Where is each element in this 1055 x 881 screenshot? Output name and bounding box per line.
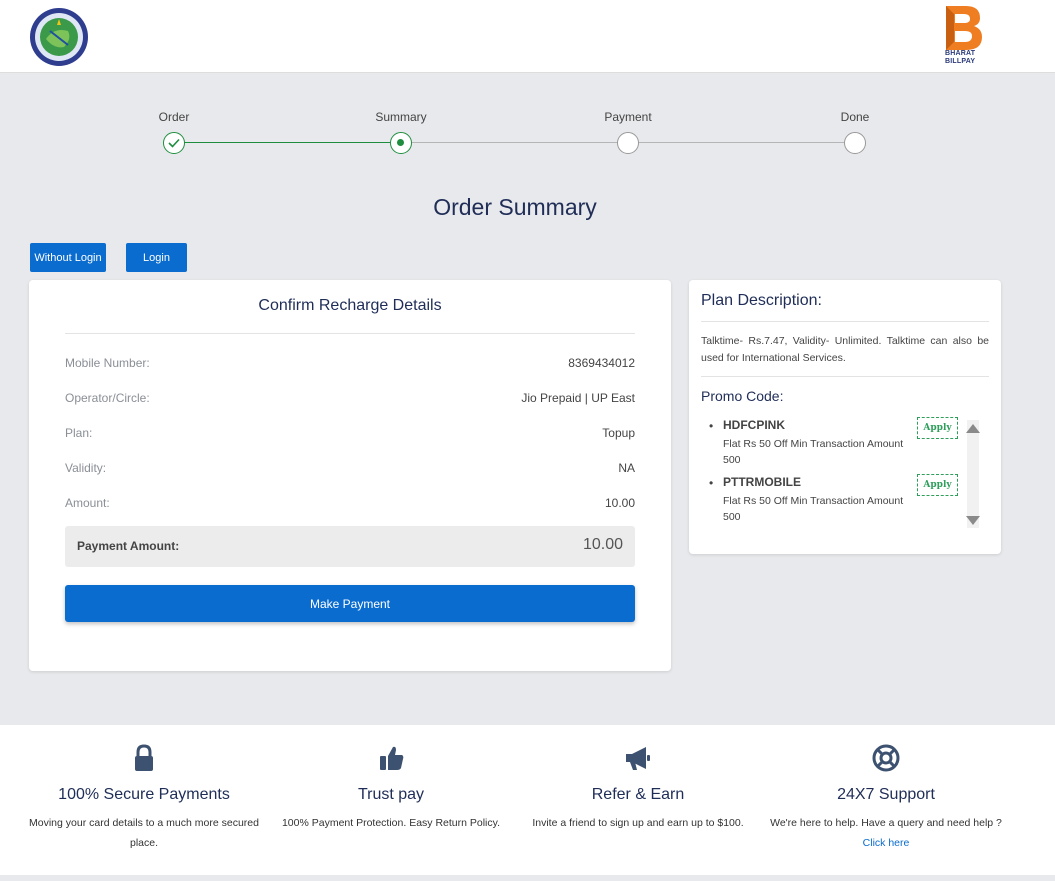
- apply-promo-button[interactable]: Apply: [917, 417, 958, 439]
- scroll-down-arrow-icon[interactable]: [966, 516, 980, 525]
- divider: [701, 321, 989, 322]
- feature-desc: Moving your card details to a much more …: [29, 817, 259, 849]
- payment-amount-label: Payment Amount:: [77, 539, 180, 553]
- scroll-up-arrow-icon[interactable]: [966, 424, 980, 433]
- step-active-circle: [390, 132, 412, 154]
- detail-value: 10.00: [604, 496, 635, 510]
- promo-code: HDFCPINK: [723, 418, 785, 432]
- detail-label: Plan:: [65, 426, 93, 440]
- payment-amount-box: Payment Amount: 10.00: [65, 526, 635, 567]
- plan-description-text: Talktime- Rs.7.47, Validity- Unlimited. …: [701, 335, 989, 364]
- detail-label: Mobile Number:: [65, 356, 150, 370]
- promo-scrollbar[interactable]: [967, 420, 979, 528]
- make-payment-button[interactable]: Make Payment: [65, 585, 635, 622]
- step-done-circle: [163, 132, 185, 154]
- promo-desc: Flat Rs 50 Off Min Transaction Amount 50…: [723, 495, 904, 523]
- check-icon: [168, 138, 180, 148]
- divider: [65, 333, 635, 334]
- promo-title: Promo Code:: [701, 388, 784, 404]
- feature-title: Refer & Earn: [591, 786, 685, 803]
- detail-row-mobile: Mobile Number: 8369434012: [65, 356, 635, 376]
- payment-amount-value: 10.00: [582, 536, 623, 553]
- bullet-icon: •: [709, 476, 714, 490]
- promo-code: PTTRMOBILE: [723, 475, 801, 489]
- state-emblem-logo[interactable]: [28, 7, 90, 67]
- bbps-logo-line2: BILLPAY: [945, 58, 976, 65]
- card-title: Confirm Recharge Details: [258, 297, 442, 314]
- step-payment: Payment: [568, 100, 688, 154]
- bbps-logo-line1: BHARAT: [945, 50, 976, 57]
- bullet-icon: •: [709, 419, 714, 433]
- feature-title: 24X7 Support: [837, 786, 935, 803]
- divider: [701, 376, 989, 377]
- feature-desc: Invite a friend to sign up and earn up t…: [532, 817, 744, 829]
- recharge-details-card: Confirm Recharge Details Mobile Number: …: [29, 280, 671, 671]
- lock-icon: [135, 744, 153, 771]
- progress-stepper: Order Summary Payment Done: [0, 100, 1055, 160]
- feature-desc-text: We're here to help. Have a query and nee…: [770, 817, 1002, 829]
- without-login-button[interactable]: Without Login: [30, 243, 106, 272]
- plan-description-card: Plan Description: Talktime- Rs.7.47, Val…: [689, 280, 1001, 554]
- footer-strip: [0, 875, 1055, 881]
- detail-row-operator: Operator/Circle: Jio Prepaid | UP East: [65, 391, 635, 411]
- page-title: Order Summary: [433, 194, 597, 220]
- detail-value: Jio Prepaid | UP East: [521, 391, 635, 405]
- step-order: Order: [114, 100, 234, 154]
- step-order-label: Order: [158, 110, 190, 124]
- plan-title: Plan Description:: [701, 292, 822, 309]
- step-summary: Summary: [341, 100, 461, 154]
- login-button[interactable]: Login: [126, 243, 187, 272]
- detail-label: Validity:: [65, 461, 107, 475]
- step-pending-circle: [844, 132, 866, 154]
- feature-title: Trust pay: [357, 786, 425, 803]
- lifebuoy-icon: [872, 744, 900, 772]
- detail-row-amount: Amount: 10.00: [65, 496, 635, 516]
- feature-desc: 100% Payment Protection. Easy Return Pol…: [281, 817, 501, 829]
- step-pending-circle: [617, 132, 639, 154]
- detail-value: Topup: [602, 426, 635, 440]
- detail-row-validity: Validity: NA: [65, 461, 635, 481]
- promo-desc: Flat Rs 50 Off Min Transaction Amount 50…: [723, 438, 904, 466]
- step-payment-label: Payment: [604, 110, 652, 124]
- click-here-link[interactable]: Click here: [863, 837, 910, 849]
- detail-label: Amount:: [65, 496, 110, 510]
- detail-label: Operator/Circle:: [65, 391, 150, 405]
- detail-value: NA: [618, 461, 635, 475]
- apply-promo-button[interactable]: Apply: [917, 474, 958, 496]
- thumbs-up-icon: [380, 746, 404, 770]
- megaphone-icon: [626, 747, 650, 770]
- features-section: 100% Secure Payments Moving your card de…: [0, 725, 1055, 875]
- feature-desc: We're here to help. Have a query and nee…: [766, 813, 1006, 853]
- detail-row-plan: Plan: Topup: [65, 426, 635, 446]
- step-done: Done: [795, 100, 915, 154]
- step-summary-label: Summary: [375, 110, 427, 124]
- header-bar: BHARAT BILLPAY: [0, 0, 1055, 73]
- detail-value: 8369434012: [568, 356, 635, 370]
- bbps-logo-text: BHARAT BILLPAY: [945, 50, 975, 66]
- step-done-label: Done: [840, 110, 870, 124]
- feature-title: 100% Secure Payments: [58, 786, 230, 803]
